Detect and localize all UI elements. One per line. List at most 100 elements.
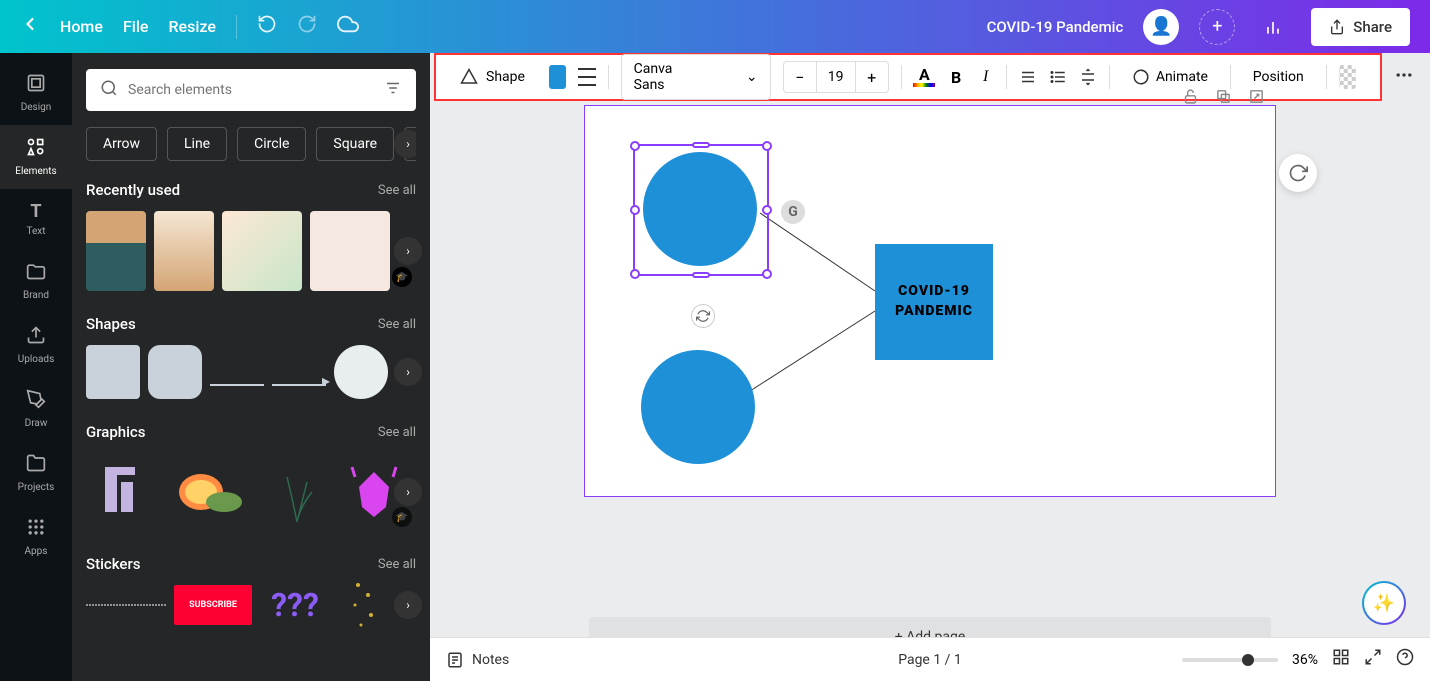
- resize-handle[interactable]: [692, 142, 710, 148]
- notes-button[interactable]: Notes: [446, 651, 509, 669]
- nav-projects[interactable]: Projects: [0, 441, 72, 505]
- search-input[interactable]: [128, 82, 374, 98]
- grammarly-indicator[interactable]: G: [779, 198, 807, 226]
- recent-item[interactable]: 🎓: [222, 211, 302, 291]
- recent-item[interactable]: [310, 211, 390, 291]
- resize-handle[interactable]: [630, 205, 640, 215]
- transparency-button[interactable]: [1339, 65, 1356, 89]
- stickers-row: SUBSCRIBE ??? ›: [86, 585, 416, 625]
- see-all-stickers[interactable]: See all: [378, 557, 416, 572]
- filter-icon[interactable]: [384, 79, 402, 101]
- resize-handle[interactable]: [762, 141, 772, 151]
- sticker-item[interactable]: [86, 585, 166, 625]
- chip-line[interactable]: Line: [167, 127, 227, 161]
- resize-handle[interactable]: [762, 205, 772, 215]
- graphic-item[interactable]: [86, 453, 164, 531]
- nav-apps[interactable]: Apps: [0, 505, 72, 569]
- nav-draw[interactable]: Draw: [0, 377, 72, 441]
- chip-square[interactable]: Square: [316, 127, 394, 161]
- nav-elements[interactable]: Elements: [0, 125, 72, 189]
- covid-text-box[interactable]: COVID-19 PANDEMIC: [875, 244, 993, 360]
- resize-handle[interactable]: [630, 269, 640, 279]
- cloud-sync-icon[interactable]: [337, 13, 359, 40]
- shape-square[interactable]: [86, 345, 140, 399]
- shape-arrow-line[interactable]: ▸: [272, 359, 326, 386]
- see-all-graphics[interactable]: See all: [378, 425, 416, 440]
- pro-badge-icon: 🎓: [392, 267, 412, 287]
- font-size-value[interactable]: 19: [816, 62, 856, 92]
- stickers-scroll-right[interactable]: ›: [394, 591, 422, 619]
- recent-item[interactable]: 🎓: [86, 211, 146, 291]
- text-color-button[interactable]: A: [913, 67, 935, 87]
- position-button[interactable]: Position: [1243, 63, 1314, 91]
- design-canvas[interactable]: G COVID-19 PANDEMIC: [584, 105, 1276, 497]
- back-arrow-icon[interactable]: [20, 14, 40, 39]
- italic-button[interactable]: I: [977, 65, 994, 89]
- more-options-button[interactable]: [1394, 65, 1414, 89]
- zoom-thumb[interactable]: [1242, 654, 1254, 666]
- resize-handle[interactable]: [762, 269, 772, 279]
- font-family-select[interactable]: Canva Sans ⌄: [621, 54, 771, 100]
- nav-design[interactable]: Design: [0, 61, 72, 125]
- grid-view-icon[interactable]: [1332, 648, 1350, 671]
- divider: [236, 15, 237, 39]
- avatar[interactable]: 👤: [1143, 9, 1179, 45]
- circle-shape-2[interactable]: [641, 350, 755, 464]
- graphic-item[interactable]: 🎓: [172, 453, 250, 531]
- nav-text[interactable]: T Text: [0, 189, 72, 249]
- apps-icon: [26, 517, 46, 542]
- help-icon[interactable]: [1396, 648, 1414, 671]
- regenerate-button[interactable]: [1279, 154, 1317, 192]
- resize-button[interactable]: Resize: [168, 17, 215, 36]
- file-button[interactable]: File: [123, 17, 149, 36]
- font-size-decrease[interactable]: −: [784, 68, 816, 87]
- graphic-item[interactable]: [258, 453, 336, 531]
- sticker-item[interactable]: [338, 585, 388, 625]
- redo-icon[interactable]: [297, 14, 317, 39]
- bottom-bar: Notes Page 1 / 1 36%: [430, 637, 1430, 681]
- sync-icon[interactable]: [691, 304, 715, 328]
- sticker-subscribe[interactable]: SUBSCRIBE: [174, 585, 252, 625]
- fill-color-swatch[interactable]: [549, 65, 566, 89]
- bold-button[interactable]: B: [947, 65, 964, 89]
- resize-handle[interactable]: [692, 272, 710, 278]
- home-button[interactable]: Home: [60, 17, 103, 36]
- insights-icon[interactable]: [1255, 9, 1291, 45]
- resize-handle[interactable]: [630, 141, 640, 151]
- add-user-button[interactable]: +: [1199, 9, 1235, 45]
- see-all-shapes[interactable]: See all: [378, 317, 416, 332]
- shape-type-button[interactable]: Shape: [448, 62, 537, 92]
- shape-line[interactable]: [210, 359, 264, 386]
- chip-circle[interactable]: Circle: [237, 127, 306, 161]
- fullscreen-icon[interactable]: [1364, 648, 1382, 671]
- list-button[interactable]: [1049, 65, 1067, 89]
- text-align-button[interactable]: [1019, 65, 1037, 89]
- recent-item[interactable]: 🎓: [154, 211, 214, 291]
- sticker-item[interactable]: ???: [260, 585, 330, 625]
- brand-icon: [26, 261, 46, 286]
- text-icon: T: [30, 201, 41, 222]
- nav-uploads[interactable]: Uploads: [0, 313, 72, 377]
- border-style-button[interactable]: [578, 65, 595, 89]
- font-size-increase[interactable]: +: [856, 68, 888, 87]
- nav-brand[interactable]: Brand: [0, 249, 72, 313]
- chips-scroll-right[interactable]: ›: [394, 130, 416, 158]
- chip-arrow[interactable]: Arrow: [86, 127, 157, 161]
- page-indicator[interactable]: Page 1 / 1: [898, 652, 962, 668]
- ai-assistant-button[interactable]: ✨: [1362, 581, 1406, 625]
- project-title[interactable]: COVID-19 Pandemic: [987, 18, 1124, 36]
- share-button[interactable]: Share: [1311, 8, 1410, 46]
- selected-shape-circle[interactable]: [637, 148, 765, 272]
- zoom-percent[interactable]: 36%: [1292, 652, 1318, 668]
- zoom-slider[interactable]: [1182, 658, 1278, 662]
- undo-icon[interactable]: [257, 14, 277, 39]
- see-all-recent[interactable]: See all: [378, 183, 416, 198]
- section-graphics: Graphics: [86, 423, 145, 441]
- recent-scroll-right[interactable]: ›: [394, 237, 422, 265]
- graphics-scroll-right[interactable]: ›: [394, 478, 422, 506]
- spacing-button[interactable]: [1079, 65, 1097, 89]
- shape-rounded-square[interactable]: [148, 345, 202, 399]
- shapes-scroll-right[interactable]: ›: [394, 358, 422, 386]
- search-box[interactable]: [86, 69, 416, 111]
- shape-circle[interactable]: [334, 345, 388, 399]
